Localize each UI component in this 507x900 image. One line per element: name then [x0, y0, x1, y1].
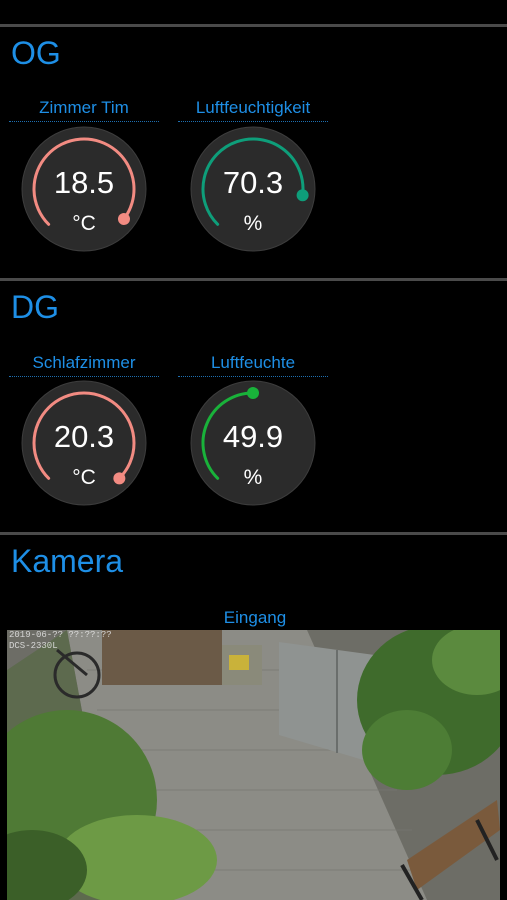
gauge-unit: °C [72, 466, 96, 489]
section-title-kamera: Kamera [11, 543, 124, 579]
gauge-value: 49.9 [222, 419, 284, 454]
gauge-label-luftfeuchtigkeit: Luftfeuchtigkeit [178, 98, 328, 122]
camera-label-eingang: Eingang [223, 608, 287, 627]
camera-osd-model: DCS-2330L [9, 641, 58, 651]
section-title-dg: DG [11, 289, 59, 325]
gauge-label-schlafzimmer: Schlafzimmer [9, 353, 159, 377]
gauge-schlafzimmer[interactable]: 20.3 °C [20, 379, 148, 507]
section-divider-og [0, 24, 507, 27]
gauge-unit: % [243, 212, 263, 235]
gauge-value: 70.3 [222, 165, 284, 200]
section-title-og: OG [11, 35, 61, 71]
section-divider-dg [0, 278, 507, 281]
gauge-zimmer-tim[interactable]: 18.5 °C [20, 125, 148, 253]
gauge-luftfeuchte[interactable]: 49.9 % [189, 379, 317, 507]
camera-osd: 2019-06-?? ??:??:?? DCS-2330L [9, 630, 112, 652]
camera-image-eingang[interactable]: 2019-06-?? ??:??:?? DCS-2330L [7, 630, 500, 900]
gauge-value: 20.3 [53, 419, 115, 454]
camera-scene [7, 630, 500, 900]
gauge-label-luftfeuchte: Luftfeuchte [178, 353, 328, 377]
camera-osd-timestamp: 2019-06-?? ??:??:?? [9, 630, 112, 640]
gauge-label-zimmer-tim: Zimmer Tim [9, 98, 159, 122]
gauge-indicator [247, 387, 259, 399]
gauge-unit: % [243, 466, 263, 489]
gauge-unit: °C [72, 212, 96, 235]
gauge-value: 18.5 [53, 165, 115, 200]
gauge-luftfeuchtigkeit[interactable]: 70.3 % [189, 125, 317, 253]
section-divider-kamera [0, 532, 507, 535]
